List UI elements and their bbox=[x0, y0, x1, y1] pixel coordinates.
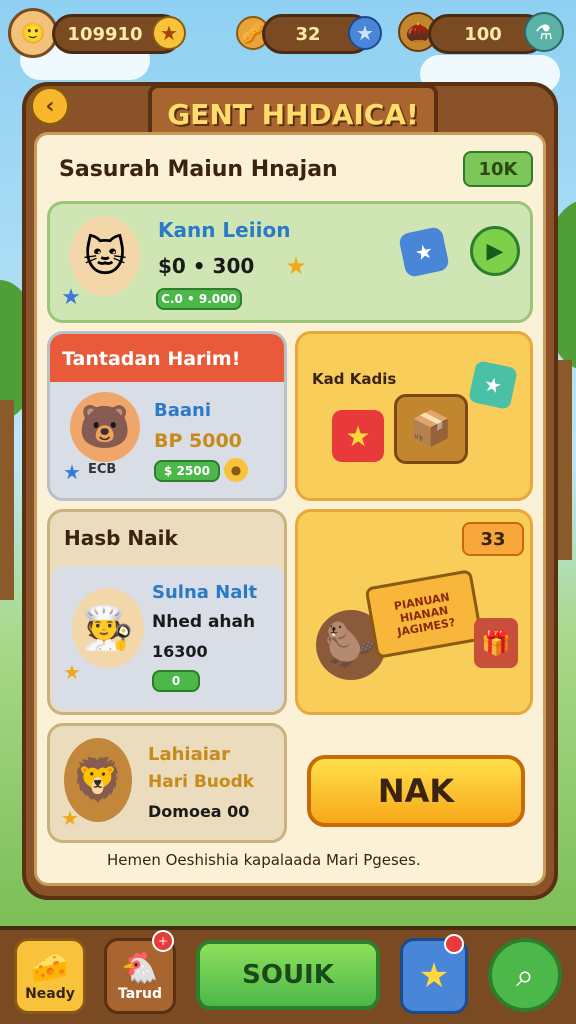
offer-price: 16300 bbox=[152, 642, 208, 661]
treasure-chest-icon: 📦 bbox=[394, 394, 468, 464]
bottom-nav: 🧀 Neady 🐔 Tarud + SOUIK ★ ⌕ bbox=[0, 926, 576, 1024]
blue-gem-icon: ★ bbox=[397, 225, 451, 279]
main-action-button[interactable]: NAK bbox=[307, 755, 525, 827]
notification-badge: + bbox=[152, 930, 174, 952]
play-button[interactable]: ▶ bbox=[470, 226, 520, 276]
offer-card-5[interactable]: 33 🦫 PIANUAN HIANAN JAGIMES? 🎁 bbox=[295, 509, 533, 715]
offer-price: $0 • 300 bbox=[158, 254, 255, 278]
offer-tag: 0 bbox=[152, 670, 200, 692]
star-coin-icon[interactable]: ★ bbox=[152, 16, 186, 50]
top-resource-bar: 🙂 109910 ★ 🥜 32 ★ 🌰 100 ⚗ bbox=[0, 0, 576, 70]
chef-avatar: 🧑‍🍳 bbox=[72, 588, 144, 668]
main-action-label: NAK bbox=[377, 772, 455, 810]
gift-box-icon: 🎁 bbox=[474, 618, 518, 668]
offer-name: Sulna Nalt bbox=[152, 582, 258, 603]
food-value: 100 bbox=[464, 23, 502, 45]
panel-badge: 10K bbox=[463, 151, 533, 187]
blue-star-icon[interactable]: ★ bbox=[348, 16, 382, 50]
nav-label: Tarud bbox=[117, 985, 163, 1002]
cheese-icon: 🧀 bbox=[31, 950, 69, 986]
offer-card-1[interactable]: 🐱 ★ Kann Leiion $0 • 300 ★ C.0 • 9.000 ★… bbox=[47, 201, 533, 323]
sign-text: PIANUAN HIANAN JAGIMES? bbox=[392, 589, 457, 639]
star-icon: ★ bbox=[61, 284, 81, 310]
offer-card-2[interactable]: Tantadan Harim! 🐻 ★ ECB Baani BP 5000 $ … bbox=[47, 331, 287, 501]
nav-label: Neady bbox=[25, 985, 75, 1002]
offer-header-text: Tantadan Harim! bbox=[62, 348, 241, 370]
nav-search-button[interactable]: ⌕ bbox=[488, 938, 562, 1012]
offer-label: Kad Kadis bbox=[312, 370, 397, 388]
offer-tag: $ 2500 bbox=[154, 460, 220, 482]
gold-star-icon: ★ bbox=[285, 252, 307, 280]
offer-name: Lahiaiar bbox=[148, 744, 230, 765]
offer-name: Kann Leiion bbox=[158, 218, 291, 242]
green-gem-icon: ★ bbox=[468, 360, 518, 410]
offer-card-4[interactable]: Hasb Naik 🧑‍🍳 ★ Sulna Nalt Nhed ahah 163… bbox=[47, 509, 287, 715]
star-icon: ★ bbox=[418, 956, 450, 996]
notification-badge bbox=[444, 934, 464, 954]
offer-card-3[interactable]: Kad Kadis ★ 📦 ★ bbox=[295, 331, 533, 501]
offer-header-text: Hasb Naik bbox=[64, 526, 178, 550]
offer-price: Domoea 00 bbox=[148, 802, 250, 821]
offer-tag: C.0 • 9.000 bbox=[156, 288, 242, 310]
nav-ready-button[interactable]: 🧀 Neady bbox=[14, 938, 86, 1014]
nav-label: SOUIK bbox=[242, 960, 334, 990]
nav-souik-button[interactable]: SOUIK bbox=[196, 940, 380, 1010]
offer-card-6[interactable]: 🦁 ★ Lahiaiar Hari Buodk Domoea 00 bbox=[47, 723, 287, 843]
potion-icon[interactable]: ⚗ bbox=[524, 12, 564, 52]
gem-value: 32 bbox=[295, 23, 321, 45]
chevron-left-icon: ‹ bbox=[45, 93, 55, 119]
offer-sub: Nhed ahah bbox=[152, 612, 256, 632]
offer-badge: 33 bbox=[462, 522, 524, 556]
star-icon: ★ bbox=[61, 806, 79, 830]
panel-subtitle: Sasurah Maiun Hnajan bbox=[59, 157, 338, 182]
player-avatar[interactable]: 🙂 bbox=[8, 8, 58, 58]
red-gift-icon: ★ bbox=[332, 410, 384, 462]
chicken-icon: 🐔 bbox=[121, 950, 159, 986]
star-icon: ★ bbox=[63, 460, 81, 484]
level-label: ECB bbox=[88, 462, 117, 477]
panel-content: Sasurah Maiun Hnajan 10K 🐱 ★ Kann Leiion… bbox=[34, 132, 546, 886]
star-icon: ★ bbox=[63, 660, 81, 684]
shop-sign: PIANUAN HIANAN JAGIMES? bbox=[364, 569, 484, 659]
offer-sub: Hari Buodk bbox=[148, 772, 255, 792]
footer-text: Hemen Oeshishia kapalaada Mari Pgeses. bbox=[107, 851, 421, 869]
offer-name: Baani bbox=[154, 400, 211, 421]
offer-price: BP 5000 bbox=[154, 430, 242, 452]
search-icon: ⌕ bbox=[516, 955, 534, 994]
coin-value: 109910 bbox=[67, 23, 143, 45]
coin-icon: ● bbox=[224, 458, 248, 482]
back-button[interactable]: ‹ bbox=[30, 86, 70, 126]
bear-avatar: 🐻 bbox=[70, 392, 140, 462]
shop-panel: ‹ GENT HHDAICA! Sasurah Maiun Hnajan 10K… bbox=[22, 82, 558, 900]
